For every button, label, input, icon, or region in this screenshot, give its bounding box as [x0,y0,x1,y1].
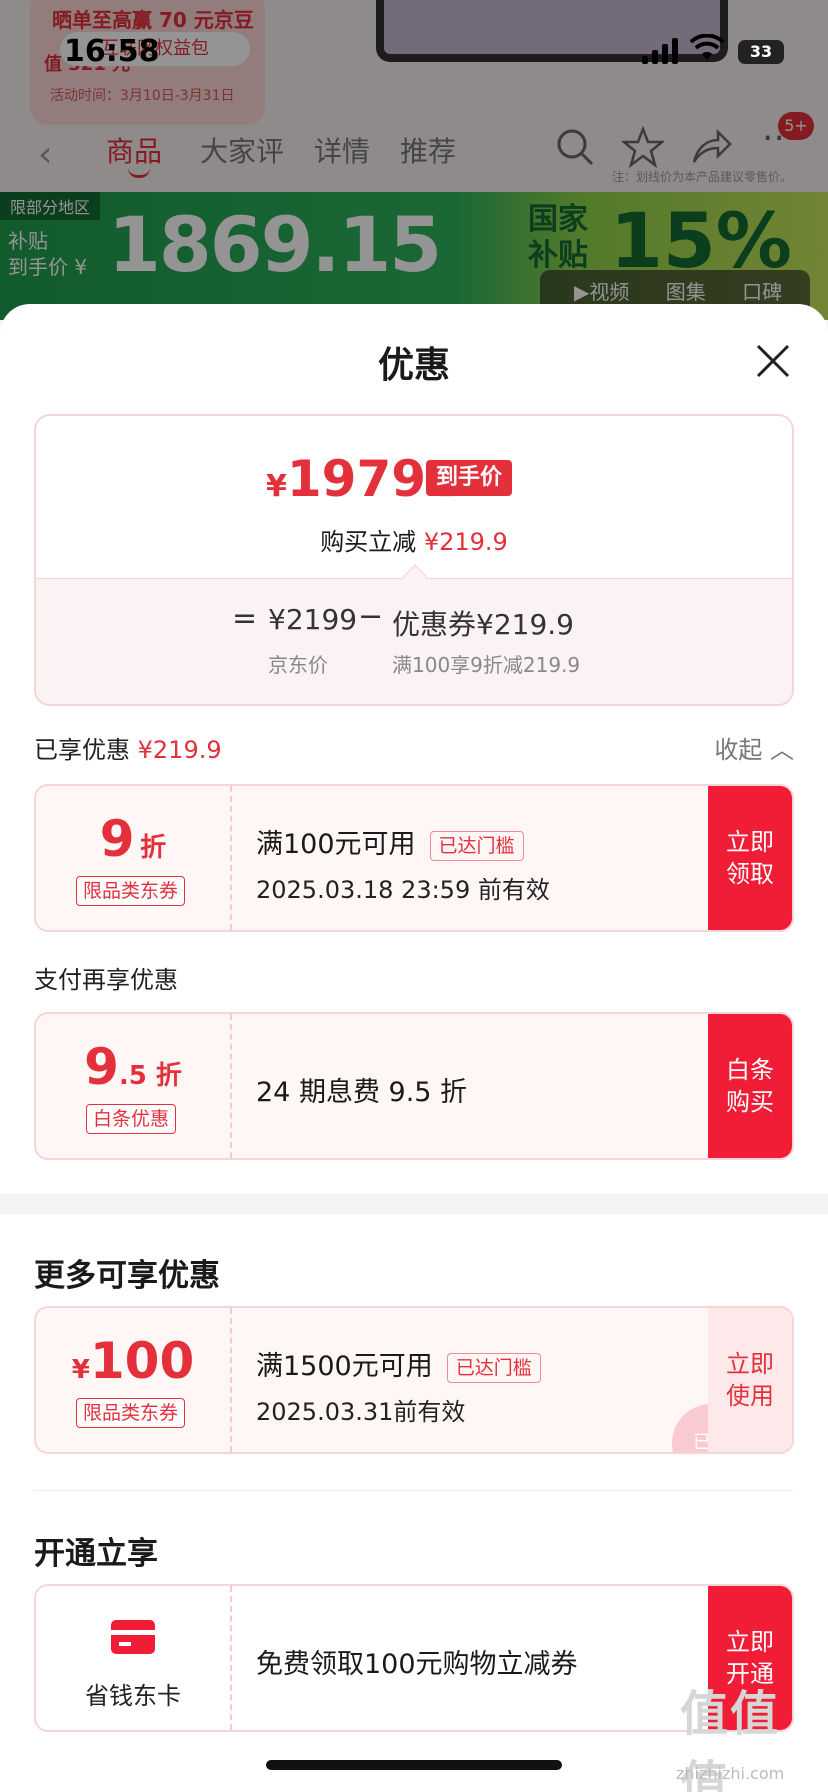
coupon-discount: 优惠券¥219.9 [392,608,574,641]
coupon-card-discount: 9 折 限品类东券 满100元可用 已达门槛 2025.03.18 23:59 前… [34,784,794,932]
pay-label: 支付再享优惠 [34,966,178,994]
battery-icon: 33 [738,40,784,64]
card-offer: 免费领取100元购物立减券 [256,1649,578,1680]
final-price-tag: 到手价 [426,460,513,496]
divider [34,1490,794,1491]
equals-sign: = [232,601,258,636]
coupon-type: 白条优惠 [86,1104,177,1134]
coupon-validity: 2025.03.18 23:59 前有效 [256,876,550,904]
coupon-card-100: ¥100 限品类东券 满1500元可用已达门槛 2025.03.31前有效 已领… [34,1306,794,1454]
savings-card-info: 省钱东卡 [36,1586,230,1730]
threshold-badge: 已达门槛 [429,830,524,861]
coupon-value: 9 折 限品类东券 [36,786,230,930]
pay-header: 支付再享优惠 [34,960,794,995]
coupon-title: 24 期息费 9.5 折 [256,1077,468,1108]
saved-line: 购买立减 ¥219.9 [36,522,792,557]
coupon-rule: 满100享9折减219.9 [392,653,581,677]
coupon-type: 限品类东券 [76,876,186,906]
card-name: 省钱东卡 [85,1682,181,1710]
more-discounts-title: 更多可享优惠 [34,1258,220,1294]
baitiao-buy-button[interactable]: 白条 购买 [708,1014,792,1158]
sheet-title: 优惠 [377,345,450,386]
minus-sign: − [358,599,384,634]
coupon-card-baitiao: 9.5 折 白条优惠 24 期息费 9.5 折 白条 购买 [34,1012,794,1160]
jd-price-label: 京东价 [268,653,328,677]
claim-coupon-button[interactable]: 立即 领取 [708,786,792,930]
price-summary: ¥1979.1 到手价 购买立减 ¥219.9 = ¥2199 京东价 − 优惠… [34,414,794,706]
saved-value: ¥219.9 [423,528,508,556]
threshold-badge: 已达门槛 [446,1352,541,1383]
collapse-button[interactable]: 收起 ︿ [714,730,794,765]
section-divider [0,1194,828,1214]
enjoyed-header: 已享优惠 ¥219.9 收起 ︿ [34,730,794,765]
price-breakdown: = ¥2199 京东价 − 优惠券¥219.9 满100享9折减219.9 [36,578,792,704]
discount-sheet: 优惠 ¥1979.1 到手价 购买立减 ¥219.9 = ¥2199 京东价 −… [0,304,828,1792]
enjoyed-label: 已享优惠 ¥219.9 [34,736,222,764]
status-time: 16:58 [64,34,160,69]
coupon-value: 9.5 折 白条优惠 [36,1014,230,1158]
coupon-value: ¥100 限品类东券 [36,1308,230,1452]
close-icon[interactable] [752,340,794,382]
coupon-title: 满1500元可用 已达门槛 [256,1344,541,1383]
open-benefit-title: 开通立享 [34,1536,158,1572]
coupon-validity: 2025.03.31前有效 [256,1398,466,1426]
home-indicator[interactable] [266,1760,562,1770]
use-coupon-button[interactable]: 立即 使用 [708,1308,792,1452]
jd-price: ¥2199 [268,603,358,636]
coupon-type: 限品类东券 [76,1398,186,1428]
status-bar: 16:58 33 [0,0,828,100]
wifi-icon [690,34,724,60]
watermark-url: zhizhizhi.com [676,1764,785,1783]
card-icon [111,1620,155,1654]
coupon-title: 满100元可用 已达门槛 [256,822,524,861]
saved-label: 购买立减 [320,528,417,556]
